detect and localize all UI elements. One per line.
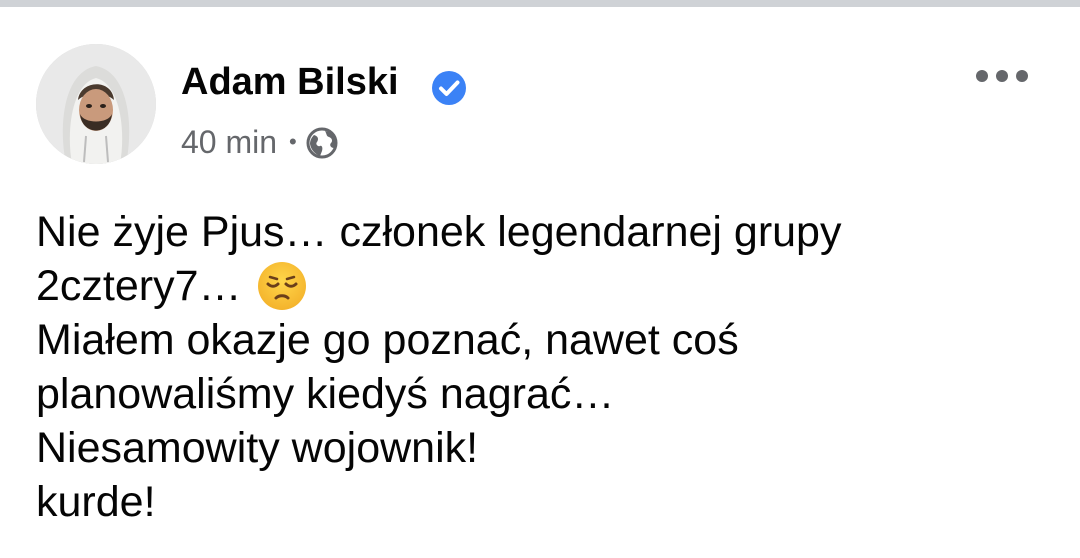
- post-text-line: Miałem okazje go poznać, nawet coś: [36, 316, 739, 364]
- post-text-line: Nie żyje Pjus… członek legendarnej grupy: [36, 208, 842, 256]
- avatar[interactable]: [36, 44, 156, 164]
- more-options-icon: [976, 70, 988, 82]
- verified-badge-icon: [432, 71, 466, 105]
- globe-icon[interactable]: [305, 126, 339, 160]
- pensive-face-emoji: [257, 262, 306, 310]
- post-text-line: kurde!: [36, 478, 156, 526]
- post-timestamp[interactable]: 40 min: [181, 122, 277, 162]
- more-options-icon: [1016, 70, 1028, 82]
- post-body: Nie żyje Pjus… członek legendarnej grupy…: [36, 205, 1046, 529]
- post-text-line: planowaliśmy kiedyś nagrać…: [36, 370, 615, 418]
- profile-photo: [36, 44, 156, 164]
- feed-post: Adam Bilski 40 min • Nie żyje Pjus… czło…: [0, 7, 1080, 558]
- more-options-icon: [996, 70, 1008, 82]
- post-text-line: Niesamowity wojownik!: [36, 424, 479, 472]
- post-text-segment: 2cztery7…: [36, 262, 242, 310]
- author-name[interactable]: Adam Bilski: [181, 59, 399, 105]
- top-separator: [0, 0, 1080, 7]
- more-options-button[interactable]: [970, 54, 1034, 98]
- meta-separator: •: [289, 129, 297, 154]
- post-text-line: 2cztery7…: [36, 259, 1046, 313]
- post-meta: 40 min •: [181, 119, 339, 165]
